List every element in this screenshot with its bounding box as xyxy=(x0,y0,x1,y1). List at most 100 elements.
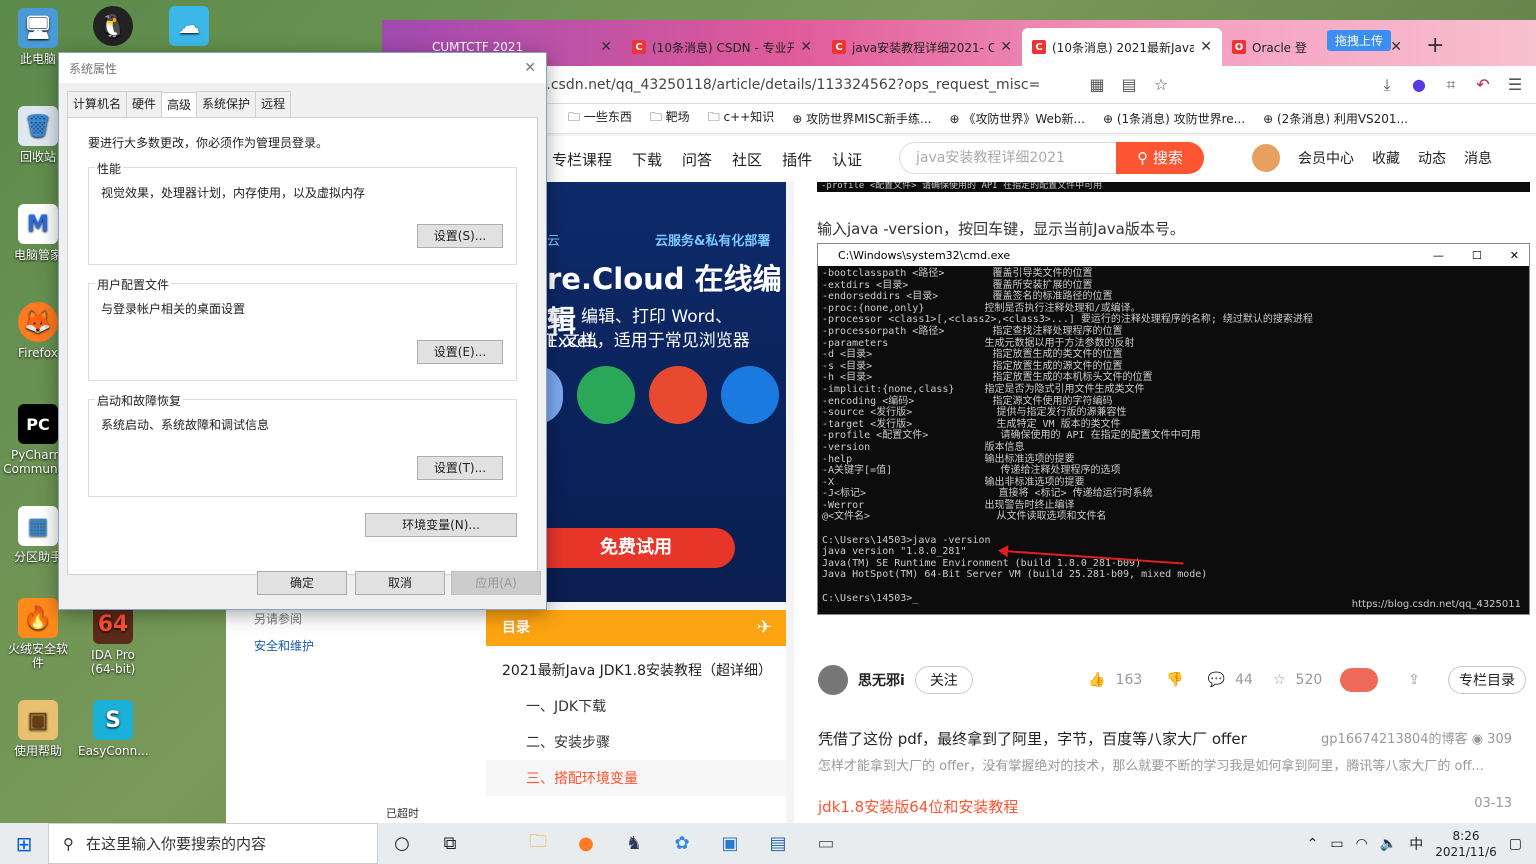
chevron-up-icon[interactable]: ⌃ xyxy=(1307,836,1319,852)
free-trial-button[interactable]: 免费试用 xyxy=(537,528,735,568)
address-input[interactable]: https://blog.csdn.net/qq_43250118/articl… xyxy=(456,71,1076,99)
toc-item-current[interactable]: 三、搭配环境变量 xyxy=(486,760,786,796)
close-icon[interactable]: ✕ xyxy=(1390,39,1402,55)
wifi-icon[interactable]: ◠ xyxy=(1356,836,1368,852)
account-icon[interactable]: ● xyxy=(1408,75,1430,94)
nav-vip-center[interactable]: 会员中心 xyxy=(1298,148,1354,172)
close-icon[interactable]: ✕ xyxy=(600,39,612,55)
follow-button[interactable]: 关注 xyxy=(914,666,973,694)
ime-indicator[interactable]: 中 xyxy=(1409,834,1423,854)
menu-icon[interactable]: ☰ xyxy=(1504,75,1526,94)
firefox-icon[interactable]: ● xyxy=(562,823,610,864)
dialog-footer: 确定 取消 应用(A) xyxy=(59,559,546,609)
security-maintenance-link[interactable]: 安全和维护 xyxy=(254,637,354,654)
bookmark-link[interactable]: ⊕ (2条消息) 利用VS201... xyxy=(1263,110,1408,127)
nav-community[interactable]: 社区 xyxy=(732,149,762,170)
nav-messages[interactable]: 消息 xyxy=(1464,148,1492,172)
bookmark-folder[interactable]: 🗀 c++知识 xyxy=(708,108,775,129)
bookmark-folder[interactable]: 🗀 靶场 xyxy=(650,108,690,129)
star-icon[interactable]: ☆ xyxy=(1150,75,1172,94)
volume-icon[interactable]: 🔈 xyxy=(1380,836,1397,852)
nav-qa[interactable]: 问答 xyxy=(682,149,712,170)
environment-variables-button[interactable]: 环境变量(N)... xyxy=(365,513,517,537)
battery-icon[interactable]: ▭ xyxy=(1330,836,1343,852)
nav-favorites[interactable]: 收藏 xyxy=(1372,148,1400,172)
close-icon[interactable]: ✕ xyxy=(1000,39,1012,55)
toc-item[interactable]: 一、JDK下载 xyxy=(486,688,786,724)
user-avatar[interactable] xyxy=(1252,144,1280,172)
pc-manager-icon: M xyxy=(18,204,58,244)
bookmark-link[interactable]: ⊕ 攻防世界MISC新手练... xyxy=(792,110,931,127)
user-profiles-group: 用户配置文件 与登录帐户相关的桌面设置 设置(E)... xyxy=(88,276,517,381)
search-button[interactable]: ⚲ 搜索 xyxy=(1116,142,1204,174)
bookmark-link[interactable]: ⊕ 《攻防世界》Web新... xyxy=(949,110,1084,127)
system-icon[interactable]: ▤ xyxy=(754,823,802,864)
nav-plugin[interactable]: 插件 xyxy=(782,149,812,170)
task-view-icon[interactable]: ⧉ xyxy=(426,823,474,864)
tab-java-2021[interactable]: C (10条消息) 2021最新Java J ✕ xyxy=(1022,28,1222,66)
taskbar-search-input[interactable]: ⚲ 在这里输入你要搜索的内容 xyxy=(48,823,378,864)
back-icon[interactable]: ↶ xyxy=(1472,75,1494,94)
cat-app-icon[interactable]: ♞ xyxy=(610,823,658,864)
ok-button[interactable]: 确定 xyxy=(257,571,347,595)
comment-icon[interactable]: 💬 xyxy=(1208,672,1225,688)
cancel-button[interactable]: 取消 xyxy=(355,571,445,595)
desktop-icon-help[interactable]: ▣ 使用帮助 xyxy=(3,700,73,758)
cmd-icon[interactable]: ▭ xyxy=(802,823,850,864)
column-directory-button[interactable]: 专栏目录 xyxy=(1448,666,1526,694)
tab-system-protection[interactable]: 系统保护 xyxy=(196,91,257,117)
colorful-app-icon[interactable]: ✿ xyxy=(658,823,706,864)
star-icon[interactable]: ☆ xyxy=(1273,672,1286,688)
upload-button[interactable]: 拖拽上传 xyxy=(1327,30,1392,51)
site-search-input[interactable]: java安装教程详细2021 xyxy=(899,142,1119,174)
performance-settings-button[interactable]: 设置(S)... xyxy=(417,224,503,248)
close-icon[interactable]: ✕ xyxy=(524,60,536,76)
like-icon[interactable]: 👍 xyxy=(1088,672,1105,688)
group-desc: 视觉效果，处理器计划，内存使用，以及虚拟内存 xyxy=(101,186,366,200)
startup-settings-button[interactable]: 设置(T)... xyxy=(417,456,503,480)
file-explorer-icon[interactable]: 🗀 xyxy=(514,823,562,864)
desktop-icon-cloud[interactable]: ☁ xyxy=(154,6,224,50)
close-icon[interactable]: ✕ xyxy=(1200,39,1212,55)
dislike-icon[interactable]: 👎 xyxy=(1166,672,1183,688)
cortana-icon[interactable]: ○ xyxy=(378,823,426,864)
apply-button[interactable]: 应用(A) xyxy=(451,571,541,595)
screenshot-icon[interactable]: ⌗ xyxy=(1440,75,1462,95)
control-panel-icon[interactable]: ▣ xyxy=(706,823,754,864)
profile-settings-button[interactable]: 设置(E)... xyxy=(417,340,503,364)
desktop-icon-easyconnect[interactable]: S EasyConn... xyxy=(78,700,149,758)
tab-remote[interactable]: 远程 xyxy=(255,91,292,117)
toc-item[interactable]: 二、安装步骤 xyxy=(486,724,786,760)
tab-hardware[interactable]: 硬件 xyxy=(126,91,163,117)
tab-advanced[interactable]: 高级 xyxy=(161,92,198,118)
share-icon[interactable]: ⇪ xyxy=(1408,672,1420,688)
recommend-item[interactable]: jdk1.8安装版64位和安装教程 03-13 xyxy=(818,796,1512,817)
toc-title[interactable]: 2021最新Java JDK1.8安装教程（超详细） xyxy=(486,646,786,688)
download-icon[interactable]: ⤓ xyxy=(1376,75,1398,95)
author-avatar[interactable] xyxy=(818,665,848,695)
nav-activity[interactable]: 动态 xyxy=(1418,148,1446,172)
windows-start-icon[interactable]: ⊞ xyxy=(0,823,48,864)
close-icon[interactable]: ✕ xyxy=(800,39,812,55)
notifications-icon[interactable]: ▢ xyxy=(1509,836,1522,852)
author-name[interactable]: 思无邪i xyxy=(858,670,905,690)
minimize-icon: — xyxy=(1432,248,1444,262)
nav-download[interactable]: 下载 xyxy=(632,149,662,170)
desktop-icon-ida[interactable]: 64 IDA Pro (64-bit) xyxy=(78,604,148,676)
bookmark-folder[interactable]: 🗀 一些东西 xyxy=(568,108,632,129)
star-count: 520 xyxy=(1295,672,1323,688)
recommend-item[interactable]: 凭借了这份 pdf，最终拿到了阿里，字节，百度等八家大厂 offer gp166… xyxy=(818,728,1512,749)
group-desc: 与登录帐户相关的桌面设置 xyxy=(101,302,246,316)
new-tab-button[interactable]: + xyxy=(1412,33,1458,66)
nav-certification[interactable]: 认证 xyxy=(832,149,862,170)
reward-icon[interactable] xyxy=(1340,668,1379,692)
tab-computer-name[interactable]: 计算机名 xyxy=(67,91,128,117)
nav-column-courses[interactable]: 专栏课程 xyxy=(552,149,612,170)
reader-icon[interactable]: ▤ xyxy=(1118,75,1140,94)
tab-java-tutorial[interactable]: C java安装教程详细2021- CS ✕ xyxy=(822,28,1022,66)
clock[interactable]: 8:26 2021/11/6 xyxy=(1435,828,1497,860)
bookmark-link[interactable]: ⊕ (1条消息) 攻防世界re... xyxy=(1103,110,1245,127)
desktop-icon-qq[interactable]: 🐧 xyxy=(78,6,148,50)
qr-code-icon[interactable]: ▦ xyxy=(1086,75,1108,94)
tab-csdn-home[interactable]: C (10条消息) CSDN - 专业开 ✕ xyxy=(622,28,822,66)
